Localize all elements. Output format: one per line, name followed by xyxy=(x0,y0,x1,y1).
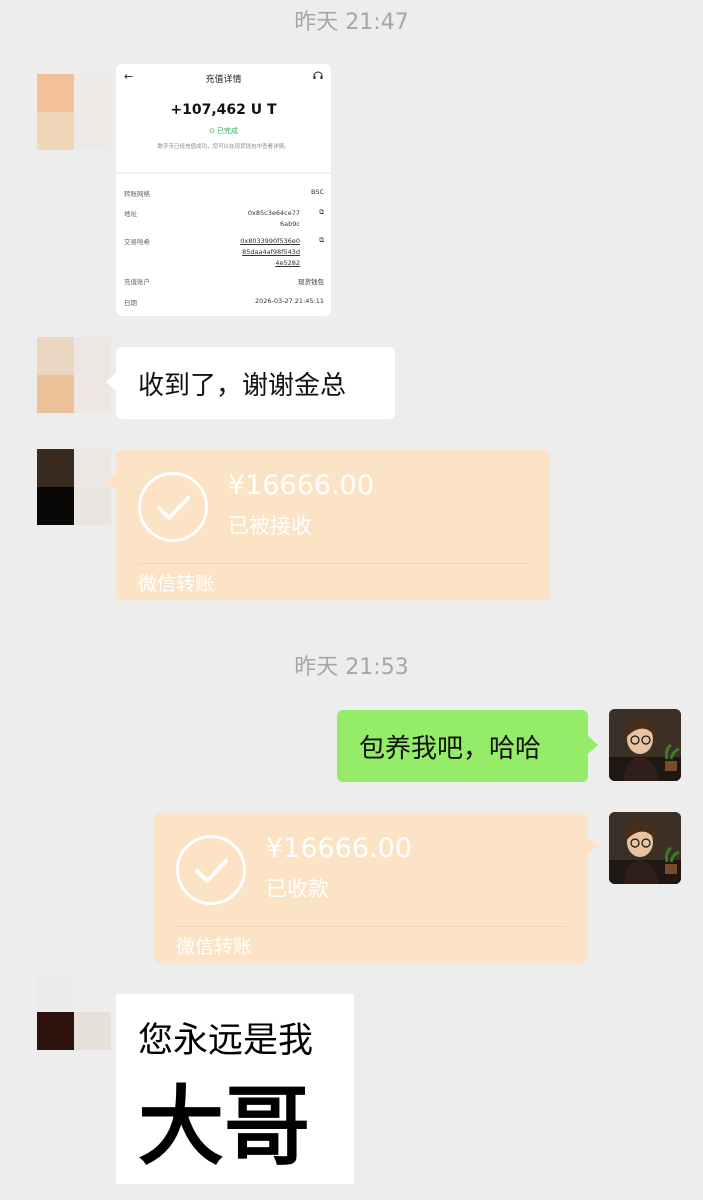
avatar[interactable] xyxy=(37,974,111,1050)
message-bubble[interactable]: 收到了，谢谢金总 xyxy=(116,347,395,419)
avatar[interactable] xyxy=(37,74,111,150)
divider xyxy=(176,926,566,927)
bubble-tail xyxy=(588,837,598,855)
transfer-status: 已被接收 xyxy=(228,514,312,538)
transfer-label: 微信转账 xyxy=(138,573,215,595)
check-circle-icon xyxy=(176,835,246,905)
divider xyxy=(138,563,528,564)
timestamp: 昨天 21:47 xyxy=(294,10,409,35)
copy-icon[interactable]: ⧉ xyxy=(319,236,324,245)
bubble-tail xyxy=(588,736,598,754)
check-circle-icon xyxy=(138,472,208,542)
sticker-image[interactable]: 您永远是我 大哥 xyxy=(116,994,354,1184)
my-avatar[interactable] xyxy=(609,812,681,884)
deposit-amount: +107,462 U T xyxy=(170,102,277,118)
transfer-status: 已收款 xyxy=(266,877,329,901)
check-circle-icon: ⊙ xyxy=(208,127,215,135)
headset-icon xyxy=(313,71,323,83)
transfer-card-received[interactable]: ¥16666.00 已被接收 微信转账 xyxy=(116,450,550,600)
my-avatar[interactable] xyxy=(609,709,681,781)
deposit-status: ⊙ 已完成 xyxy=(208,127,239,135)
sticker-line-2: 大哥 xyxy=(138,1077,310,1177)
avatar[interactable] xyxy=(37,449,111,525)
copy-icon[interactable]: ⧉ xyxy=(319,208,324,217)
transfer-amount: ¥16666.00 xyxy=(228,470,375,501)
transfer-card-sent[interactable]: ¥16666.00 已收款 微信转账 xyxy=(154,813,588,963)
divider xyxy=(116,172,331,174)
screenshot-image[interactable]: ← 充值详情 +107,462 U T ⊙ 已完成 数字币已经充值成功，您可以在… xyxy=(116,64,331,316)
transfer-label: 微信转账 xyxy=(176,936,253,958)
avatar[interactable] xyxy=(37,337,111,413)
bubble-tail xyxy=(106,373,116,391)
timestamp: 昨天 21:53 xyxy=(294,655,409,680)
deposit-note: 数字币已经充值成功，您可以在现货钱包中查看详情。 xyxy=(157,144,290,150)
my-message-bubble[interactable]: 包养我吧，哈哈 xyxy=(337,710,588,782)
transfer-amount: ¥16666.00 xyxy=(266,833,413,864)
bubble-tail xyxy=(106,473,116,491)
screenshot-title: 充值详情 xyxy=(205,75,242,85)
